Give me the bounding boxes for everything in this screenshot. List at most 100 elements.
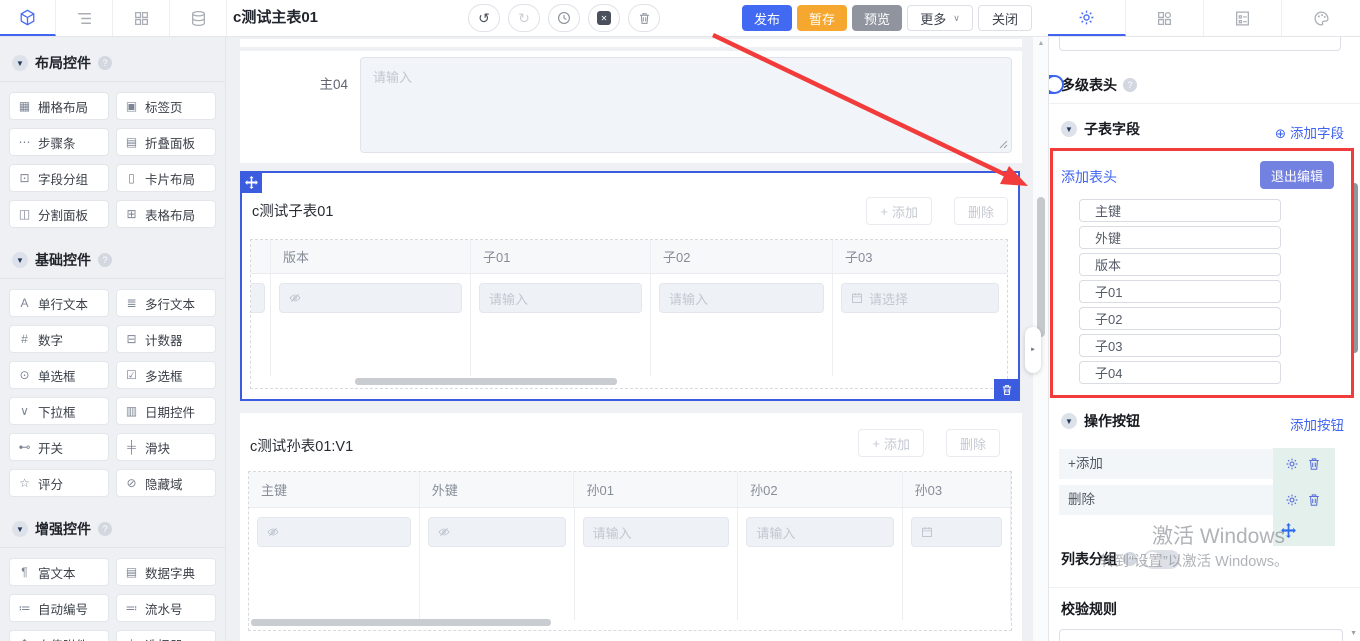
cell-input-s03[interactable] bbox=[911, 517, 1002, 547]
action-buttons-header[interactable]: ▼ 操作按钮 bbox=[1061, 411, 1140, 431]
clear-button[interactable]: ✕ bbox=[588, 4, 620, 32]
history-button[interactable] bbox=[548, 4, 580, 32]
palette-item-switch[interactable]: ⊷开关 bbox=[9, 433, 109, 461]
subtable-add-button[interactable]: + 添加 bbox=[866, 197, 932, 225]
add-header-link[interactable]: 添加表头 bbox=[1061, 167, 1117, 187]
palette-item-date[interactable]: ▥日期控件 bbox=[116, 397, 216, 425]
button-config-gear-icon[interactable] bbox=[1285, 457, 1299, 471]
list-group-toggle[interactable] bbox=[1143, 550, 1180, 569]
subtable-delete-button[interactable]: 删除 bbox=[954, 197, 1008, 225]
section-enhanced-widgets[interactable]: ▼ 增强控件 ? bbox=[0, 513, 225, 547]
button-delete-trash-icon[interactable] bbox=[1307, 493, 1321, 507]
tab-datasource[interactable] bbox=[171, 0, 227, 36]
header-field-input[interactable] bbox=[1079, 280, 1281, 303]
panel-scrollbar-thumb[interactable] bbox=[1351, 183, 1358, 353]
undo-button[interactable]: ↺ bbox=[468, 4, 500, 32]
palette-item-select[interactable]: ∨下拉框 bbox=[9, 397, 109, 425]
tab-theme[interactable] bbox=[1282, 0, 1360, 36]
horizontal-scrollbar[interactable] bbox=[251, 619, 551, 626]
more-dropdown[interactable]: 更多 ∨ bbox=[907, 5, 973, 31]
vertical-scrollbar-thumb[interactable] bbox=[1037, 197, 1045, 337]
clipped-input-bottom[interactable] bbox=[1059, 629, 1343, 641]
subtable-remove-button[interactable] bbox=[994, 379, 1020, 401]
delete-button[interactable] bbox=[628, 4, 660, 32]
palette-item-dict[interactable]: ▤数据字典 bbox=[116, 558, 216, 586]
tab-widgets[interactable] bbox=[114, 0, 170, 36]
add-button-link[interactable]: 添加按钮 bbox=[1290, 414, 1344, 434]
column-header-pk: 主键 bbox=[249, 472, 420, 507]
collapse-icon: ▼ bbox=[12, 55, 28, 71]
clipped-input[interactable] bbox=[1059, 37, 1341, 51]
palette-item-cascader[interactable]: ⋔选择器 bbox=[116, 630, 216, 641]
palette-item-table-layout[interactable]: ⊞表格布局 bbox=[116, 200, 216, 228]
palette-item-grid-layout[interactable]: ▦栅格布局 bbox=[9, 92, 109, 120]
cell-input-z03[interactable]: 请选择 bbox=[841, 283, 999, 313]
subtable-fields-header[interactable]: ▼ 子表字段 bbox=[1061, 119, 1140, 139]
tab-field-settings[interactable] bbox=[1048, 0, 1126, 36]
grandtable-add-button[interactable]: + 添加 bbox=[858, 429, 924, 457]
cell-input-z01[interactable]: 请输入 bbox=[479, 283, 642, 313]
palette-item-field-group[interactable]: ⊡字段分组 bbox=[9, 164, 109, 192]
drag-handle[interactable] bbox=[240, 171, 262, 193]
header-field-input[interactable] bbox=[1079, 334, 1281, 357]
cell-input-pk[interactable] bbox=[257, 517, 411, 547]
palette-item-tabs[interactable]: ▣标签页 bbox=[116, 92, 216, 120]
tab-layout-settings[interactable] bbox=[1126, 0, 1204, 36]
panel-expand-handle[interactable]: ► bbox=[1025, 327, 1041, 373]
drag-move-icon[interactable] bbox=[1281, 523, 1296, 538]
palette-item-collapse-panel[interactable]: ▤折叠面板 bbox=[116, 128, 216, 156]
scroll-up-icon[interactable]: ▲ bbox=[1033, 40, 1049, 47]
button-delete-trash-icon[interactable] bbox=[1307, 457, 1321, 471]
preview-button[interactable]: 预览 bbox=[852, 5, 902, 31]
cell-input-s01[interactable]: 请输入 bbox=[583, 517, 730, 547]
scroll-down-icon[interactable]: ▼ bbox=[1350, 630, 1357, 637]
widget-subtable[interactable]: c测试子表01 + 添加 删除 版本 子01 子02 子03 请输入 请输入 bbox=[240, 171, 1020, 401]
close-button[interactable]: 关闭 bbox=[978, 5, 1032, 31]
save-draft-button[interactable]: 暂存 bbox=[797, 5, 847, 31]
palette-item-autonumber[interactable]: ≔自动编号 bbox=[9, 594, 109, 622]
section-layout-widgets[interactable]: ▼ 布局控件 ? bbox=[0, 47, 225, 81]
horizontal-scrollbar[interactable] bbox=[355, 378, 617, 385]
palette-item-upload[interactable]: ↥上传附件 bbox=[9, 630, 109, 641]
palette-item-richtext[interactable]: ¶富文本 bbox=[9, 558, 109, 586]
cell-input-z02[interactable]: 请输入 bbox=[659, 283, 824, 313]
palette-item-counter[interactable]: ⊟计数器 bbox=[116, 325, 216, 353]
widget-grandtable[interactable]: c测试孙表01:V1 + 添加 删除 主键 外键 孙01 孙02 孙03 请输入 bbox=[240, 413, 1022, 641]
header-field-input[interactable] bbox=[1079, 361, 1281, 384]
palette-item-card-layout[interactable]: ▯卡片布局 bbox=[116, 164, 216, 192]
header-field-input[interactable] bbox=[1079, 253, 1281, 276]
publish-button[interactable]: 发布 bbox=[742, 5, 792, 31]
cell-input-fk[interactable] bbox=[428, 517, 566, 547]
exit-edit-button[interactable]: 退出编辑 bbox=[1260, 161, 1334, 189]
palette-item-slider[interactable]: ╪滑块 bbox=[116, 433, 216, 461]
action-button-row-add[interactable]: +添加 bbox=[1059, 449, 1273, 479]
palette-item-multi-text[interactable]: ≣多行文本 bbox=[116, 289, 216, 317]
tab-outline[interactable] bbox=[57, 0, 113, 36]
tab-components[interactable] bbox=[0, 0, 56, 36]
header-field-input[interactable] bbox=[1079, 307, 1281, 330]
add-field-link[interactable]: ⊕ 添加字段 bbox=[1275, 122, 1344, 142]
button-config-gear-icon[interactable] bbox=[1285, 493, 1299, 507]
palette-item-number[interactable]: #数字 bbox=[9, 325, 109, 353]
resize-handle-icon[interactable] bbox=[999, 140, 1008, 149]
widget-main-field[interactable]: 主04 请输入 bbox=[240, 51, 1022, 163]
redo-button[interactable]: ↻ bbox=[508, 4, 540, 32]
grandtable-delete-button[interactable]: 删除 bbox=[946, 429, 1000, 457]
palette-item-single-text[interactable]: A单行文本 bbox=[9, 289, 109, 317]
cell-input-clipped[interactable] bbox=[250, 283, 265, 313]
header-field-input[interactable] bbox=[1079, 199, 1281, 222]
palette-item-radio[interactable]: ⊙单选框 bbox=[9, 361, 109, 389]
section-basic-widgets[interactable]: ▼ 基础控件 ? bbox=[0, 244, 225, 278]
palette-item-split-panel[interactable]: ◫分割面板 bbox=[9, 200, 109, 228]
palette-item-rate[interactable]: ☆评分 bbox=[9, 469, 109, 497]
palette-item-hidden[interactable]: ⊘隐藏域 bbox=[116, 469, 216, 497]
action-button-row-delete[interactable]: 删除 bbox=[1059, 485, 1273, 515]
textarea-field[interactable]: 请输入 bbox=[360, 57, 1012, 153]
cell-input-s02[interactable]: 请输入 bbox=[746, 517, 894, 547]
cell-input-version[interactable] bbox=[279, 283, 462, 313]
tab-form-settings[interactable] bbox=[1204, 0, 1282, 36]
palette-item-checkbox[interactable]: ☑多选框 bbox=[116, 361, 216, 389]
palette-item-serial[interactable]: ≕流水号 bbox=[116, 594, 216, 622]
palette-item-steps[interactable]: ⋯步骤条 bbox=[9, 128, 109, 156]
header-field-input[interactable] bbox=[1079, 226, 1281, 249]
